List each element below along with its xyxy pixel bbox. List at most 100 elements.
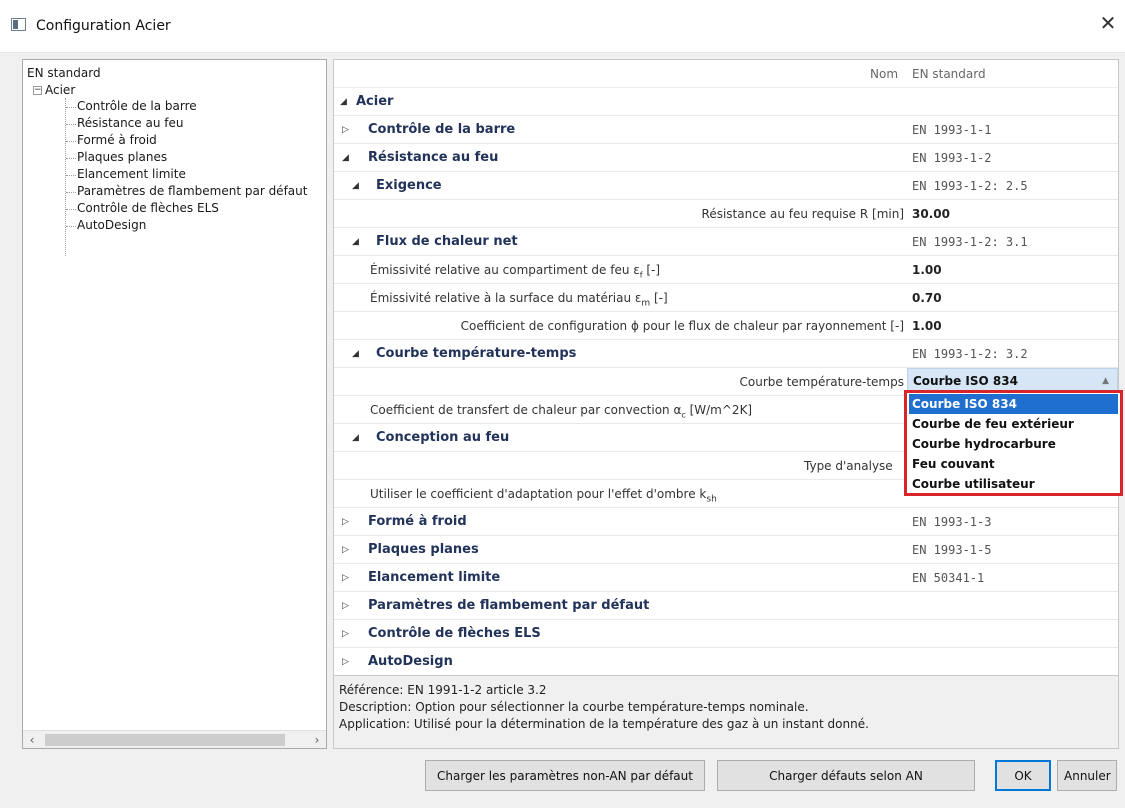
tree-item-acier[interactable]: Acier [45, 82, 75, 99]
reference-text: Référence: EN 1991-1-2 article 3.2 [339, 683, 547, 697]
description-panel: Référence: EN 1991-1-2 article 3.2 Descr… [333, 675, 1119, 749]
emissivite-feu-label: Émissivité relative au compartiment de f… [370, 263, 661, 280]
elancement-value: EN 50341-1 [912, 571, 985, 585]
emissivite-feu-value[interactable]: 1.00 [912, 256, 942, 284]
nom-label: Nom [870, 67, 899, 81]
grid-row-emissivite-feu: Émissivité relative au compartiment de f… [334, 256, 1118, 284]
autodesign-label: AutoDesign [368, 654, 453, 669]
option-feu-couvant[interactable]: Feu couvant [909, 454, 1118, 474]
nom-value[interactable]: EN standard [912, 60, 986, 88]
courbe-field-label: Courbe température-temps [739, 375, 904, 389]
coef-transfert-label: Coefficient de transfert de chaleur par … [370, 403, 753, 420]
tree-item-resistance-feu[interactable]: Résistance au feu [77, 115, 183, 132]
tree-item-controle-barre[interactable]: Contrôle de la barre [77, 98, 197, 115]
plaques-label: Plaques planes [368, 542, 479, 557]
tree-connector [66, 141, 76, 142]
coef-config-value[interactable]: 1.00 [912, 312, 942, 340]
grid-row-courbe-section: ◢ Courbe température-temps EN 1993-1-2: … [334, 340, 1118, 368]
collapse-icon[interactable]: ◢ [342, 144, 349, 172]
grid-row-nom: Nom EN standard [334, 60, 1118, 88]
flux-label: Flux de chaleur net [376, 234, 518, 249]
tree-connector [66, 209, 76, 210]
resistance-requise-value[interactable]: 30.00 [912, 200, 950, 228]
grid-row-plaques: ▷ Plaques planes EN 1993-1-5 [334, 536, 1118, 564]
fleches-label: Contrôle de flèches ELS [368, 626, 541, 641]
grid-row-controle-barre: ▷ Contrôle de la barre EN 1993-1-1 [334, 116, 1118, 144]
tree-panel: EN standard − Acier Contrôle de la barre… [22, 59, 327, 749]
tree-item-elancement[interactable]: Elancement limite [77, 166, 186, 183]
flux-value: EN 1993-1-2: 3.1 [912, 235, 1028, 249]
grid-row-fleches: ▷ Contrôle de flèches ELS [334, 620, 1118, 648]
tree-connector [66, 226, 76, 227]
description-text: Description: Option pour sélectionner la… [339, 700, 809, 714]
grid-row-acier: ◢ Acier [334, 88, 1118, 116]
option-courbe-feu-exterieur[interactable]: Courbe de feu extérieur [909, 414, 1118, 434]
window-title: Configuration Acier [36, 18, 171, 34]
courbe-options-list: Courbe ISO 834 Courbe de feu extérieur C… [904, 390, 1123, 496]
scroll-left-icon[interactable]: ‹ [23, 731, 41, 749]
expand-icon[interactable]: ▷ [342, 536, 349, 564]
elancement-label: Elancement limite [368, 570, 501, 585]
grid-row-coef-config: Coefficient de configuration ϕ pour le f… [334, 312, 1118, 340]
courbe-section-label: Courbe température-temps [376, 346, 577, 361]
tree-connector [66, 107, 76, 108]
option-courbe-utilisateur[interactable]: Courbe utilisateur [909, 474, 1118, 494]
resistance-feu-value: EN 1993-1-2 [912, 151, 992, 165]
coef-ombre-label: Utiliser le coefficient d'adaptation pou… [370, 487, 717, 505]
expand-icon[interactable]: ▷ [342, 648, 349, 676]
tree-item-forme-froid[interactable]: Formé à froid [77, 132, 157, 149]
collapse-icon[interactable]: ◢ [352, 340, 359, 368]
tree-item-fleches[interactable]: Contrôle de flèches ELS [77, 200, 219, 217]
expand-icon[interactable]: ▷ [342, 564, 349, 592]
expand-icon[interactable]: ▷ [342, 508, 349, 536]
collapse-icon[interactable]: ◢ [340, 88, 347, 116]
grid-row-emissivite-mat: Émissivité relative à la surface du maté… [334, 284, 1118, 312]
tree-collapse-icon[interactable]: − [33, 86, 42, 95]
tree-item-autodesign[interactable]: AutoDesign [77, 217, 146, 234]
app-icon [11, 18, 26, 31]
forme-froid-label: Formé à froid [368, 514, 467, 529]
emissivite-mat-label: Émissivité relative à la surface du maté… [370, 291, 668, 309]
emissivite-mat-value[interactable]: 0.70 [912, 284, 942, 312]
expand-icon[interactable]: ▷ [342, 116, 349, 144]
collapse-icon[interactable]: ◢ [352, 424, 359, 452]
conception-label: Conception au feu [376, 430, 510, 445]
collapse-icon[interactable]: ◢ [352, 228, 359, 256]
option-courbe-hydrocarbure[interactable]: Courbe hydrocarbure [909, 434, 1118, 454]
collapse-icon[interactable]: ◢ [352, 172, 359, 200]
courbe-section-value: EN 1993-1-2: 3.2 [912, 347, 1028, 361]
scrollbar-thumb[interactable] [45, 734, 285, 746]
exigence-value: EN 1993-1-2: 2.5 [912, 179, 1028, 193]
coef-config-label: Coefficient de configuration ϕ pour le f… [460, 319, 904, 333]
controle-barre-value: EN 1993-1-1 [912, 123, 992, 137]
section-acier: Acier [356, 94, 394, 109]
grid-row-exigence: ◢ Exigence EN 1993-1-2: 2.5 [334, 172, 1118, 200]
tree-connector [66, 192, 76, 193]
grid-row-flux: ◢ Flux de chaleur net EN 1993-1-2: 3.1 [334, 228, 1118, 256]
grid-row-forme-froid: ▷ Formé à froid EN 1993-1-3 [334, 508, 1118, 536]
exigence-label: Exigence [376, 178, 442, 193]
load-an-defaults-button[interactable]: Charger défauts selon AN [717, 760, 975, 791]
close-icon[interactable]: ✕ [1096, 12, 1120, 36]
cancel-button[interactable]: Annuler [1057, 760, 1117, 791]
grid-row-resistance-feu: ◢ Résistance au feu EN 1993-1-2 [334, 144, 1118, 172]
option-courbe-iso-834[interactable]: Courbe ISO 834 [909, 394, 1118, 414]
expand-icon[interactable]: ▷ [342, 592, 349, 620]
tree-horizontal-scrollbar[interactable]: ‹ › [23, 730, 326, 748]
load-non-an-defaults-button[interactable]: Charger les paramètres non-AN par défaut [425, 760, 705, 791]
type-analyse-label: Type d'analyse [804, 459, 893, 473]
tree-item-flambement[interactable]: Paramètres de flambement par défaut [77, 183, 307, 200]
tree-connector [66, 158, 76, 159]
plaques-value: EN 1993-1-5 [912, 543, 992, 557]
expand-icon[interactable]: ▷ [342, 620, 349, 648]
tree-item-plaques-planes[interactable]: Plaques planes [77, 149, 167, 166]
tree-root[interactable]: EN standard [27, 65, 101, 82]
ok-button[interactable]: OK [995, 760, 1051, 791]
controle-barre-label: Contrôle de la barre [368, 122, 516, 137]
flambement-label: Paramètres de flambement par défaut [368, 598, 650, 613]
grid-row-resistance-requise: Résistance au feu requise R [min] 30.00 [334, 200, 1118, 228]
tree-connector [66, 175, 76, 176]
scroll-right-icon[interactable]: › [308, 731, 326, 749]
forme-froid-value: EN 1993-1-3 [912, 515, 992, 529]
resistance-feu-label: Résistance au feu [368, 150, 499, 165]
